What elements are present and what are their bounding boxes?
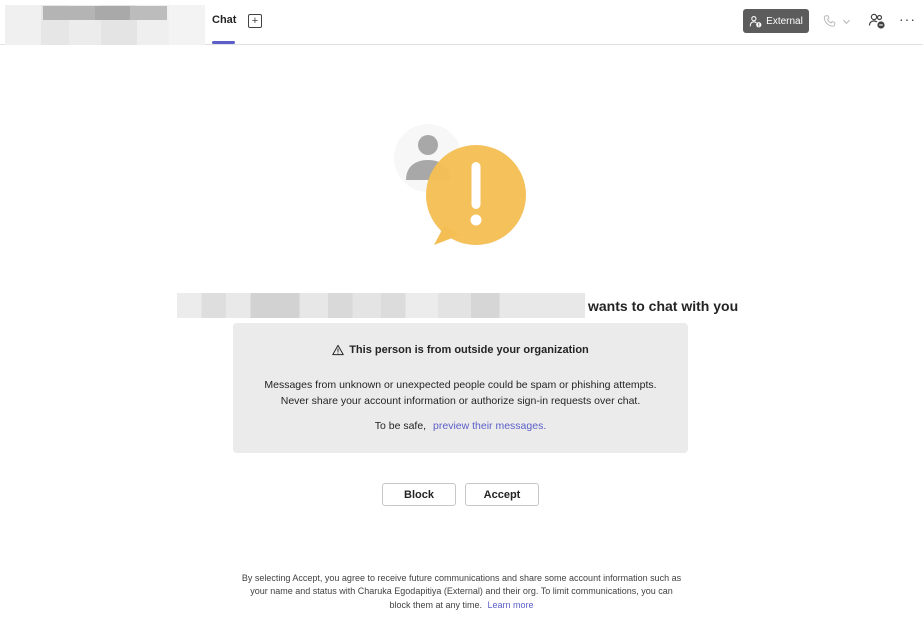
warning-bubble-icon (426, 145, 526, 245)
phone-icon (823, 15, 836, 27)
warning-title: This person is from outside your organiz… (349, 344, 589, 356)
warning-title-row: This person is from outside your organiz… (233, 344, 688, 356)
chat-header: Chat + External ··· (0, 0, 923, 45)
call-button[interactable] (823, 12, 857, 30)
warning-body-line1: Messages from unknown or unexpected peop… (264, 379, 657, 391)
warning-body-line2: Never share your account information or … (280, 394, 641, 407)
consent-line1: By selecting Accept, you agree to receiv… (241, 573, 682, 583)
consent-line2: your name and status with Charuka Egodap… (250, 586, 673, 597)
active-tab-indicator (212, 41, 235, 44)
external-badge-button[interactable]: External (743, 9, 809, 33)
more-options-icon[interactable]: ··· (899, 12, 915, 30)
tab-chat[interactable]: Chat (212, 12, 236, 44)
consent-line3: block them at any time. (389, 599, 482, 610)
external-person-warning-illustration (394, 124, 526, 245)
consent-footer: By selecting Accept, you agree to receiv… (200, 572, 723, 612)
add-tab-symbol: + (251, 15, 259, 27)
tab-chat-label: Chat (212, 14, 237, 26)
accept-button[interactable]: Accept (465, 483, 539, 506)
redacted-contact-name (5, 5, 205, 45)
warning-triangle-icon (332, 344, 344, 356)
chat-request-line: wants to chat with you (177, 293, 777, 318)
learn-more-link[interactable]: Learn more (488, 600, 534, 610)
redacted-requester-name (177, 293, 585, 318)
chat-request-text: wants to chat with you (588, 297, 739, 314)
external-warning-box: This person is from outside your organiz… (233, 323, 688, 453)
preview-messages-link[interactable]: preview their messages. (433, 420, 546, 432)
block-button[interactable]: Block (382, 483, 456, 506)
consent-line3-row: block them at any time. Learn more (200, 599, 723, 612)
warning-body: Messages from unknown or unexpected peop… (233, 378, 688, 409)
chevron-down-icon (842, 19, 851, 24)
warning-safe-line: To be safe, preview their messages. (233, 420, 688, 432)
external-user-icon (749, 15, 762, 27)
safe-prefix-text: To be safe, (374, 420, 427, 432)
external-badge-label: External (766, 15, 803, 27)
add-tab-icon[interactable]: + (248, 14, 262, 28)
people-settings-icon[interactable] (868, 12, 886, 30)
